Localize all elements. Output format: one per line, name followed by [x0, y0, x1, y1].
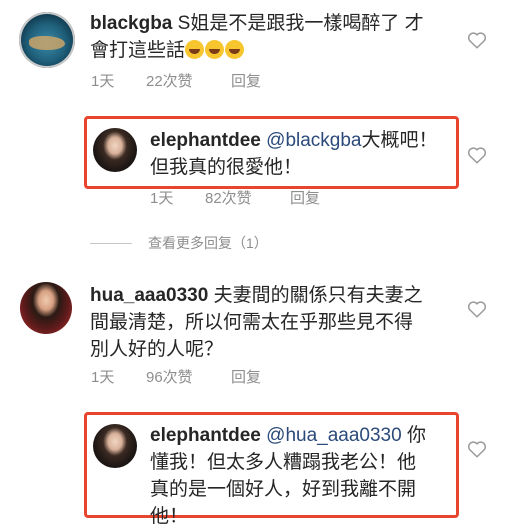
comment-text: 真的是一個好人，好到我離不開: [150, 479, 417, 500]
username[interactable]: blackgba: [90, 13, 172, 34]
comment-text: 夫妻間的關係只有夫妻之: [213, 285, 423, 306]
comment-hua-aaa0330: hua_aaa0330 夫妻間的關係只有夫妻之 間最清楚，所以何需太在乎那些見不…: [90, 282, 490, 363]
view-more-replies[interactable]: 查看更多回复（1）: [90, 233, 268, 253]
reply-button[interactable]: 回复: [231, 366, 261, 387]
mention-link[interactable]: @blackgba: [266, 130, 361, 151]
comment-time: 1天: [91, 369, 115, 386]
mention-link[interactable]: @hua_aaa0330: [266, 425, 402, 446]
reply-button[interactable]: 回复: [290, 187, 320, 208]
reply-button[interactable]: 回复: [231, 70, 261, 91]
divider-line: [90, 242, 132, 244]
view-more-label[interactable]: 查看更多回复（1）: [148, 233, 268, 253]
comment-text: 別人好的人呢？: [90, 339, 224, 360]
like-heart-icon[interactable]: [467, 146, 487, 164]
like-heart-icon[interactable]: [467, 440, 487, 458]
comment-elephantdee: elephantdee @blackgba大概吧！ 但我真的很愛他！: [150, 127, 450, 181]
comment-time: 1天: [150, 190, 174, 207]
comment-text: 但我真的很愛他！: [150, 157, 303, 178]
like-count[interactable]: 82次赞: [205, 187, 290, 208]
username[interactable]: hua_aaa0330: [90, 285, 208, 306]
comment-text: 會打這些話: [90, 40, 186, 61]
comment-text: 你: [406, 425, 426, 446]
avatar-hua-aaa0330[interactable]: [20, 282, 72, 334]
comment-blackgba: blackgba S姐是不是跟我一樣喝醉了 才 會打這些話: [90, 10, 470, 64]
comment-elephantdee: elephantdee @hua_aaa0330 你 懂我！但太多人糟蹋我老公！…: [150, 422, 450, 530]
like-heart-icon[interactable]: [467, 31, 487, 49]
comment-meta: 1天 82次赞 回复: [150, 187, 320, 208]
username[interactable]: elephantdee: [150, 425, 261, 446]
like-count[interactable]: 96次赞: [146, 366, 231, 387]
comment-text: 大概吧！: [361, 130, 438, 151]
comment-meta: 1天 96次赞 回复: [91, 366, 261, 387]
comment-meta: 1天 22次赞 回复: [91, 70, 261, 91]
comment-time: 1天: [91, 73, 115, 90]
avatar-blackgba[interactable]: [19, 12, 75, 68]
like-heart-icon[interactable]: [467, 300, 487, 318]
comment-text: 懂我！但太多人糟蹋我老公！他: [150, 452, 417, 473]
username[interactable]: elephantdee: [150, 130, 261, 151]
laughing-tears-emoji-icon: [205, 40, 225, 59]
comment-text: 他！: [150, 506, 189, 527]
avatar-elephantdee[interactable]: [93, 424, 137, 468]
laughing-tears-emoji-icon: [185, 40, 205, 59]
laughing-tears-emoji-icon: [225, 40, 245, 59]
comment-text: S姐是不是跟我一樣喝醉了 才: [177, 13, 424, 34]
comment-text: 間最清楚，所以何需太在乎那些見不得: [90, 312, 414, 333]
avatar-elephantdee[interactable]: [93, 128, 137, 172]
like-count[interactable]: 22次赞: [146, 70, 231, 91]
